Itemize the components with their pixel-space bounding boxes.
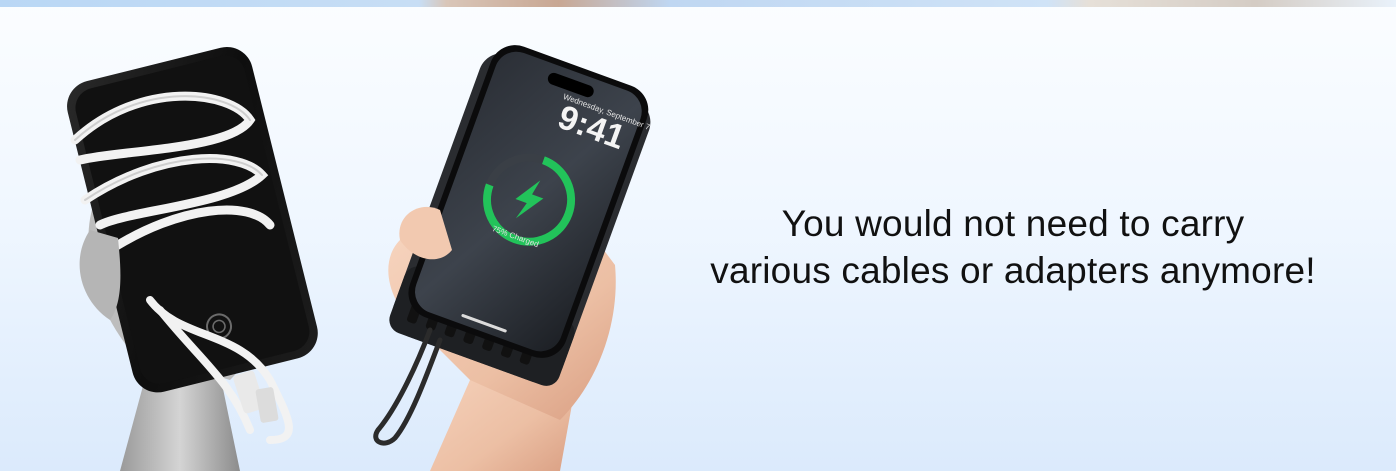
- right-hand-device-icon: [373, 45, 651, 471]
- promo-banner: Wednesday, September 7 9:41 75% Charged …: [0, 0, 1396, 471]
- headline: You would not need to carry various cabl…: [670, 200, 1356, 294]
- headline-line-1: You would not need to carry: [781, 203, 1245, 244]
- headline-line-2: various cables or adapters anymore!: [710, 250, 1316, 291]
- left-hand-phone-icon: [67, 46, 318, 471]
